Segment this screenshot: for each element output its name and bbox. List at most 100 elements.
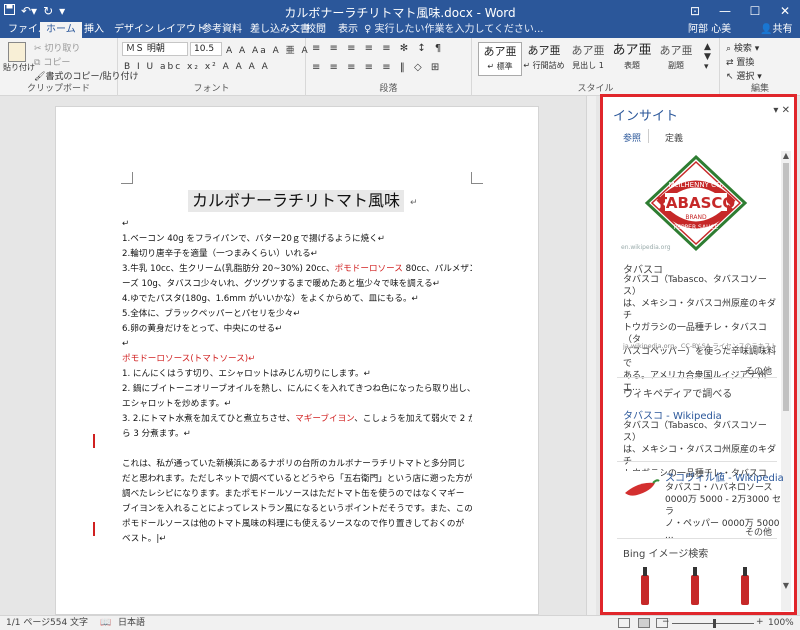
ribbon: 貼り付け ✂ 切り取り ⧉ コピー 🖌書式のコピー/貼り付け クリップボード Ｍ…	[0, 38, 800, 96]
document-line[interactable]: だと思われます。ただしネットで調べているとどうやら「五右衛門」という店に遡った方…	[122, 473, 472, 486]
print-layout-icon[interactable]	[638, 618, 650, 628]
document-line[interactable]: 1.ベーコン 40g をフライパンで、バター20ｇで揚げるように焼く↵	[122, 233, 472, 246]
document-line[interactable]: 4.ゆでたパスタ(180g、1.6mm がいいかな）をよくからめて、皿にもる。↵	[122, 293, 472, 306]
font-size-select[interactable]: 10.5	[190, 42, 222, 56]
paragraph-tools-row1[interactable]: ≡ ≡ ≡ ≡ ≡ ✻ ↕ ¶	[312, 43, 444, 54]
bing-image-results[interactable]	[621, 565, 771, 605]
pane-scroll-thumb[interactable]	[783, 163, 789, 411]
scroll-up-icon[interactable]: ▲	[781, 151, 791, 160]
result1-source[interactable]: ja.wikipedia.org CC-BY-SA ライセンスのテキスト	[623, 340, 777, 350]
style-heading-1[interactable]: あア亜 見出し 1	[566, 42, 610, 76]
more-link-1[interactable]: その他	[745, 364, 772, 377]
style-sample: あア亜	[571, 44, 605, 57]
style-sample: あア亜	[659, 44, 693, 57]
style-name: 見出し 1	[572, 61, 604, 70]
tab-design[interactable]: デザイン	[114, 22, 154, 38]
clipboard-group: 貼り付け ✂ 切り取り ⧉ コピー 🖌書式のコピー/貼り付け クリップボード	[0, 38, 138, 96]
tab-references[interactable]: 参考資料	[202, 22, 242, 38]
style-subtitle[interactable]: あア亜 副題	[654, 42, 698, 76]
find-button[interactable]: ⌕ 検索 ▾	[726, 41, 759, 54]
page-count[interactable]: 1/1 ページ	[6, 617, 50, 630]
document-line[interactable]: ポモドールソースは他のトマト風味の料理にも使えるソースなので作り置きしておくのが	[122, 518, 472, 531]
replace-icon: ⇄	[726, 58, 734, 68]
language[interactable]: 日本語	[118, 617, 145, 630]
document-line[interactable]: 2. 鍋にブイトーニオリーブオイルを熱し、にんにくを入れてきつね色になったら取り…	[122, 383, 472, 396]
maximize-icon[interactable]: ☐	[740, 0, 770, 22]
zoom-in-icon[interactable]: +	[756, 616, 764, 629]
zoom-slider-thumb[interactable]	[713, 619, 716, 628]
document-line[interactable]: ↵	[122, 338, 472, 351]
divider	[617, 461, 777, 462]
document-line[interactable]: 2.輪切り唐辛子を適量（一つまみくらい）いれる↵	[122, 248, 472, 261]
tab-home[interactable]: ホーム	[40, 22, 82, 38]
close-icon[interactable]: ✕	[770, 0, 800, 22]
document-line[interactable]: ベスト。|↵	[122, 533, 472, 546]
word-count[interactable]: 554 文字	[50, 617, 88, 630]
revision-bar	[93, 522, 95, 536]
ribbon-display-icon[interactable]: ⊡	[680, 0, 710, 22]
document-line[interactable]: これは、私が通っていた新横浜にあるナポリの台所のカルボナーラチリトマトと多分同じ	[122, 458, 472, 471]
document-line[interactable]: 3. 2.にトマト水煮を加えてひと煮立ちさせ、マギーブイヨン、こしょうを加えて弱…	[122, 413, 472, 426]
result1-line: は、メキシコ・タバスコ州原産のキダチ	[623, 299, 777, 321]
minimize-icon[interactable]: —	[710, 0, 740, 22]
cut-button[interactable]: ✂ 切り取り	[34, 41, 80, 54]
paragraph-group: ≡ ≡ ≡ ≡ ≡ ✻ ↕ ¶ ≡ ≡ ≡ ≡ ≡ ‖ ◇ ⊞ 段落	[306, 38, 472, 96]
pane-close-icon[interactable]: ✕	[782, 105, 790, 116]
document-line[interactable]: 調べたレシピになります。またポモドールソースはただトマト缶を使うのではなくマギー	[122, 488, 472, 501]
paste-label: 貼り付け	[3, 63, 35, 72]
font-tools-row1[interactable]: A A Aa A 亜 A	[226, 43, 310, 56]
style-normal[interactable]: あア亜 ↵ 標準	[478, 42, 522, 76]
tab-review[interactable]: 校閲	[306, 22, 326, 38]
paragraph-tools-row2[interactable]: ≡ ≡ ≡ ≡ ≡ ‖ ◇ ⊞	[312, 62, 442, 73]
document-line[interactable]: ↵	[122, 218, 472, 231]
document-line[interactable]: 5.全体に、ブラックペッパーとパセリを少々↵	[122, 308, 472, 321]
editing-group: ⌕ 検索 ▾ ⇄ 置換 ↖ 選択 ▾ 編集	[720, 38, 800, 96]
style-no-spacing[interactable]: あア亜 ↵ 行間詰め	[522, 42, 566, 76]
bottle-thumbnails-icon	[641, 567, 749, 605]
replace-button[interactable]: ⇄ 置換	[726, 55, 754, 68]
tab-mailings[interactable]: 差し込み文書	[250, 22, 310, 38]
zoom-out-icon[interactable]: −	[662, 616, 670, 629]
document-line[interactable]: ポモドーロソース(トマトソース)↵	[122, 353, 472, 366]
tab-explore[interactable]: 参照	[623, 131, 641, 144]
paste-button[interactable]: 貼り付け	[3, 42, 35, 73]
tab-insert[interactable]: 挿入	[84, 22, 104, 38]
user-name[interactable]: 阿部 心美	[688, 22, 731, 38]
document-line[interactable]: ら 3 分煮ます。↵	[122, 428, 472, 441]
pane-options-icon[interactable]: ▾	[773, 105, 778, 116]
document-line[interactable]: ブイヨンを入れることによってレストラン風になるというポイントだそうです。また、こ…	[122, 503, 472, 516]
document-line[interactable]: 6.卵の黄身だけをとって、中央にのせる↵	[122, 323, 472, 336]
scroll-down-icon[interactable]: ▼	[781, 581, 791, 590]
document-scrollbar[interactable]	[586, 96, 596, 615]
divider	[617, 377, 777, 378]
share-button[interactable]: 👤共有	[760, 22, 792, 38]
more-link-2[interactable]: その他	[745, 525, 772, 538]
style-title[interactable]: あア亜 表題	[610, 42, 654, 76]
tabasco-logo-image[interactable]: TABASCO McILHENNY CO. BRAND PEPPER SAUCE…	[617, 153, 775, 253]
chili-pepper-icon	[625, 479, 660, 496]
zoom-level[interactable]: 100%	[768, 617, 794, 630]
logo-text-top: McILHENNY CO.	[669, 181, 724, 189]
tell-me-box[interactable]: ♀ 実行したい作業を入力してください...	[364, 22, 543, 38]
style-sample: あア亜	[612, 43, 652, 58]
styles-scroll[interactable]: ▲ ▼ ▾	[704, 42, 711, 72]
style-name: 表題	[624, 61, 640, 70]
proofing-icon[interactable]: 📖	[100, 617, 111, 630]
document-line[interactable]: エシャロットを炒めます。↵	[122, 398, 472, 411]
tab-define[interactable]: 定義	[665, 131, 683, 144]
font-tools-row2[interactable]: B I U abc x₂ x² A A A A	[124, 62, 270, 72]
font-group-label: フォント	[193, 84, 230, 94]
document-line[interactable]: 1. にんにくはうす切り、エシャロットはみじん切りにします。↵	[122, 368, 472, 381]
copy-button[interactable]: ⧉ コピー	[34, 55, 70, 68]
status-bar: 1/1 ページ 554 文字 📖 日本語 − + 100%	[0, 615, 800, 630]
result2-line: は、メキシコ・タバスコ州原産のキダチ	[623, 445, 777, 467]
read-mode-icon[interactable]	[618, 618, 630, 628]
chili-pepper-image[interactable]	[621, 471, 661, 505]
font-name-select[interactable]: ＭＳ 明朝	[122, 42, 188, 56]
insights-pane: インサイト ▾ ✕ 参照 定義 ▲ ▼ TABASCO McILHENNY CO…	[600, 94, 797, 615]
document-line[interactable]: 3.牛乳 10cc、生クリーム(乳脂肪分 20~30%) 20cc、ポモドーロソ…	[122, 263, 472, 276]
document-line[interactable]: ーズ 10g、タバスコ少々いれ、グツグツするまで暖めたあと塩少々で味を調える↵	[122, 278, 472, 291]
find-label: 検索	[733, 44, 752, 54]
tab-view[interactable]: 表示	[338, 22, 358, 38]
tab-layout[interactable]: レイアウト	[156, 22, 206, 38]
